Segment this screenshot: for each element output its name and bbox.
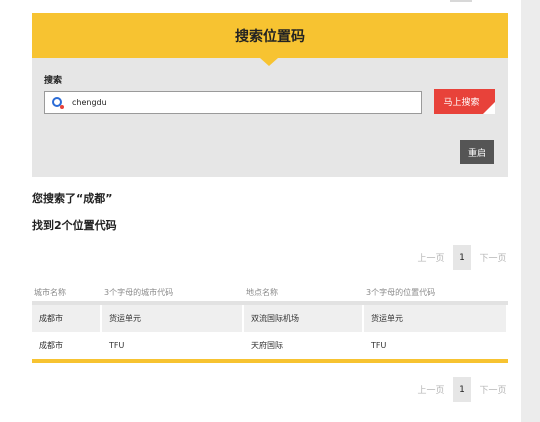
search-result-heading: 您搜索了“成都”: [32, 192, 113, 205]
prev-page-link[interactable]: 上一页: [412, 383, 450, 396]
reset-button[interactable]: 重启: [460, 140, 494, 164]
search-box[interactable]: [44, 91, 422, 114]
prev-page-link[interactable]: 上一页: [412, 251, 450, 264]
search-input[interactable]: [72, 92, 402, 113]
current-page-button[interactable]: 1: [453, 377, 471, 402]
next-page-link[interactable]: 下一页: [474, 251, 512, 264]
search-icon: [52, 96, 64, 109]
cell-city-code: TFU: [109, 341, 125, 350]
panel-title: 搜索位置码: [235, 28, 305, 45]
header-city-code: 3个字母的城市代码: [104, 288, 174, 297]
header-city-name: 城市名称: [34, 288, 66, 297]
header-location-code: 3个字母的位置代码: [366, 288, 436, 297]
next-page-link[interactable]: 下一页: [474, 383, 512, 396]
cell-location-code: 货运单元: [364, 305, 508, 332]
cell-location-name: 天府国际: [251, 341, 283, 350]
search-button[interactable]: 马上搜索: [434, 89, 495, 114]
scrollbar[interactable]: [521, 0, 540, 422]
pagination-bottom: 上一页 1 下一页: [412, 377, 512, 402]
pagination-top: 上一页 1 下一页: [412, 245, 512, 270]
table-bottom-rule: [32, 359, 508, 363]
search-button-label: 马上搜索: [443, 97, 480, 107]
panel-header: 搜索位置码: [32, 13, 508, 58]
cell-city-name: 成都市: [39, 341, 63, 350]
results-table: 城市名称 3个字母的城市代码 地点名称 3个字母的位置代码 成都市 货运单元 双…: [32, 284, 508, 363]
top-tab-fragment: [450, 0, 472, 2]
cell-city-name: 成都市: [32, 305, 102, 332]
table-row: 成都市 货运单元 双流国际机场 货运单元: [32, 305, 508, 332]
search-panel: 搜索位置码 搜索 马上搜索 重启: [32, 13, 508, 177]
result-count-heading: 找到2个位置代码: [32, 219, 117, 232]
current-page-button[interactable]: 1: [453, 245, 471, 270]
header-location-name: 地点名称: [246, 288, 278, 297]
header-arrow: [260, 58, 278, 66]
button-corner-notch: [483, 102, 495, 114]
table-header-row: 城市名称 3个字母的城市代码 地点名称 3个字母的位置代码: [32, 284, 508, 301]
search-label: 搜索: [44, 76, 63, 86]
cell-city-code: 货运单元: [102, 305, 244, 332]
cell-location-name: 双流国际机场: [244, 305, 364, 332]
cell-location-code: TFU: [371, 341, 387, 350]
table-row: 成都市 TFU 天府国际 TFU: [32, 332, 508, 359]
